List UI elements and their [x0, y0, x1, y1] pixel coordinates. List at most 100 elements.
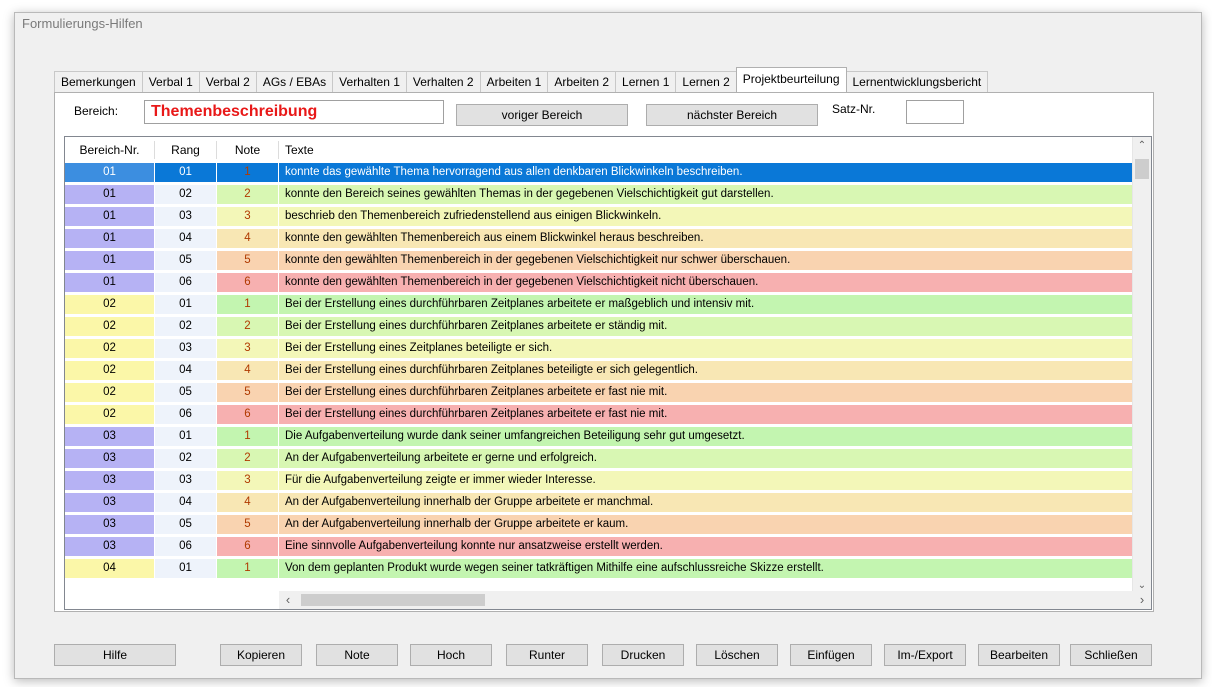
scroll-up-icon[interactable]: ⌃ — [1133, 137, 1151, 155]
tab-lernen-2[interactable]: Lernen 2 — [675, 71, 737, 92]
tab-bemerkungen[interactable]: Bemerkungen — [54, 71, 143, 92]
table-row[interactable]: 01 02 2 konnte den Bereich seines gewählten… — [65, 185, 1133, 205]
cell-rang: 01 — [155, 295, 217, 314]
table-row[interactable]: 03 06 6 Eine sinnvolle Aufgabenverteilung k… — [65, 537, 1133, 557]
cell-note: 2 — [217, 185, 279, 204]
column-header-bereich[interactable]: Bereich-Nr. — [65, 141, 155, 159]
cell-note: 6 — [217, 273, 279, 292]
cell-text: An der Aufgabenverteilung innerhalb der … — [279, 515, 1133, 534]
table-row[interactable]: 02 05 5 Bei der Erstellung eines durchführb… — [65, 383, 1133, 403]
table-row[interactable]: 02 06 6 Bei der Erstellung eines durchführb… — [65, 405, 1133, 425]
table-row[interactable]: 03 02 2 An der Aufgabenverteilung arbeitete… — [65, 449, 1133, 469]
tab-bar: Bemerkungen Verbal 1 Verbal 2 AGs / EBAs Ver… — [54, 67, 989, 92]
cell-bereich: 04 — [65, 559, 155, 578]
cell-note: 1 — [217, 295, 279, 314]
column-header-texte[interactable]: Texte — [279, 141, 1133, 159]
vertical-scroll-thumb[interactable] — [1135, 159, 1149, 179]
table-row[interactable]: 01 04 4 konnte den gewählten Themenbereich … — [65, 229, 1133, 249]
cell-rang: 04 — [155, 229, 217, 248]
table-row[interactable]: 01 03 3 beschrieb den Themenbereich zufried… — [65, 207, 1133, 227]
table-row[interactable]: 02 01 1 Bei der Erstellung eines durchführb… — [65, 295, 1133, 315]
formulation-grid[interactable]: Bereich-Nr. Rang Note Texte 01 01 1 konnte … — [64, 136, 1152, 610]
cell-text: konnte den gewählten Themenbereich in de… — [279, 273, 1133, 292]
close-button[interactable]: Schließen — [1070, 644, 1152, 666]
table-row[interactable]: 01 05 5 konnte den gewählten Themenbereich … — [65, 251, 1133, 271]
table-row[interactable]: 03 03 3 Für die Aufgabenverteilung zeigte e… — [65, 471, 1133, 491]
tab-arbeiten-1[interactable]: Arbeiten 1 — [479, 71, 549, 92]
delete-button[interactable]: Löschen — [696, 644, 778, 666]
cell-rang: 04 — [155, 493, 217, 512]
tab-verbal-2[interactable]: Verbal 2 — [198, 71, 257, 92]
horizontal-scroll-thumb[interactable] — [301, 594, 485, 606]
help-button[interactable]: Hilfe — [54, 644, 176, 666]
next-area-button[interactable]: nächster Bereich — [646, 104, 818, 126]
cell-bereich: 01 — [65, 273, 155, 292]
tab-arbeiten-2[interactable]: Arbeiten 2 — [547, 71, 617, 92]
tab-lernen-1[interactable]: Lernen 1 — [615, 71, 677, 92]
cell-bereich: 02 — [65, 295, 155, 314]
print-button[interactable]: Drucken — [602, 644, 684, 666]
cell-text: konnte den gewählten Themenbereich aus e… — [279, 229, 1133, 248]
bereich-field[interactable]: Themenbeschreibung — [144, 100, 444, 124]
tab-verhalten-2[interactable]: Verhalten 2 — [405, 71, 481, 92]
tab-verbal-1[interactable]: Verbal 1 — [141, 71, 200, 92]
cell-note: 1 — [217, 427, 279, 446]
cell-note: 2 — [217, 317, 279, 336]
cell-note: 4 — [217, 229, 279, 248]
cell-text: konnte den gewählten Themenbereich in de… — [279, 251, 1133, 270]
table-row[interactable]: 03 04 4 An der Aufgabenverteilung innerhalb… — [65, 493, 1133, 513]
cell-rang: 02 — [155, 185, 217, 204]
tab-lernentwicklungsbericht[interactable]: Lernentwicklungsbericht — [845, 71, 989, 92]
table-row[interactable]: 01 01 1 konnte das gewählte Thema hervorrag… — [65, 163, 1133, 183]
cell-text: Von dem geplanten Produkt wurde wegen se… — [279, 559, 1133, 578]
cell-text: beschrieb den Themenbereich zufriedenste… — [279, 207, 1133, 226]
tab-verhalten-1[interactable]: Verhalten 1 — [332, 71, 407, 92]
cell-rang: 01 — [155, 163, 217, 182]
tab-ags-ebas[interactable]: AGs / EBAs — [255, 71, 334, 92]
scroll-left-icon[interactable]: ‹ — [279, 591, 297, 609]
column-header-rang[interactable]: Rang — [155, 141, 217, 159]
cell-text: konnte den Bereich seines gewählten Them… — [279, 185, 1133, 204]
grid-header: Bereich-Nr. Rang Note Texte — [65, 141, 1133, 159]
copy-button[interactable]: Kopieren — [220, 644, 302, 666]
insert-button[interactable]: Einfügen — [790, 644, 872, 666]
table-row[interactable]: 02 04 4 Bei der Erstellung eines durchführb… — [65, 361, 1133, 381]
cell-rang: 01 — [155, 559, 217, 578]
cell-rang: 01 — [155, 427, 217, 446]
cell-text: Für die Aufgabenverteilung zeigte er imm… — [279, 471, 1133, 490]
tab-projektbeurteilung[interactable]: Projektbeurteilung — [735, 67, 847, 92]
cell-bereich: 03 — [65, 537, 155, 556]
table-row[interactable]: 02 02 2 Bei der Erstellung eines durchführb… — [65, 317, 1133, 337]
cell-rang: 06 — [155, 537, 217, 556]
bereich-label: Bereich: — [74, 104, 119, 118]
cell-rang: 03 — [155, 339, 217, 358]
up-button[interactable]: Hoch — [410, 644, 492, 666]
cell-rang: 03 — [155, 471, 217, 490]
import-export-button[interactable]: Im-/Export — [884, 644, 966, 666]
cell-bereich: 03 — [65, 471, 155, 490]
cell-bereich: 01 — [65, 229, 155, 248]
cell-rang: 05 — [155, 383, 217, 402]
cell-bereich: 02 — [65, 339, 155, 358]
horizontal-scrollbar[interactable]: ‹ › — [279, 591, 1151, 609]
column-header-note[interactable]: Note — [217, 141, 279, 159]
cell-note: 4 — [217, 493, 279, 512]
table-row[interactable]: 03 01 1 Die Aufgabenverteilung wurde dank s… — [65, 427, 1133, 447]
satz-nr-input[interactable] — [906, 100, 964, 124]
previous-area-button[interactable]: voriger Bereich — [456, 104, 628, 126]
table-row[interactable]: 02 03 3 Bei der Erstellung eines Zeitplanes… — [65, 339, 1133, 359]
vertical-scrollbar[interactable]: ⌃ ⌄ — [1132, 137, 1151, 593]
cell-rang: 02 — [155, 449, 217, 468]
cell-bereich: 01 — [65, 163, 155, 182]
down-button[interactable]: Runter — [506, 644, 588, 666]
table-row[interactable]: 04 01 1 Von dem geplanten Produkt wurde weg… — [65, 559, 1133, 579]
note-button[interactable]: Note — [316, 644, 398, 666]
table-row[interactable]: 03 05 5 An der Aufgabenverteilung innerhalb… — [65, 515, 1133, 535]
table-row[interactable]: 01 06 6 konnte den gewählten Themenbereich … — [65, 273, 1133, 293]
cell-rang: 03 — [155, 207, 217, 226]
cell-rang: 05 — [155, 251, 217, 270]
cell-text: konnte das gewählte Thema hervorragend a… — [279, 163, 1133, 182]
cell-bereich: 03 — [65, 427, 155, 446]
edit-button[interactable]: Bearbeiten — [978, 644, 1060, 666]
scroll-right-icon[interactable]: › — [1133, 591, 1151, 609]
